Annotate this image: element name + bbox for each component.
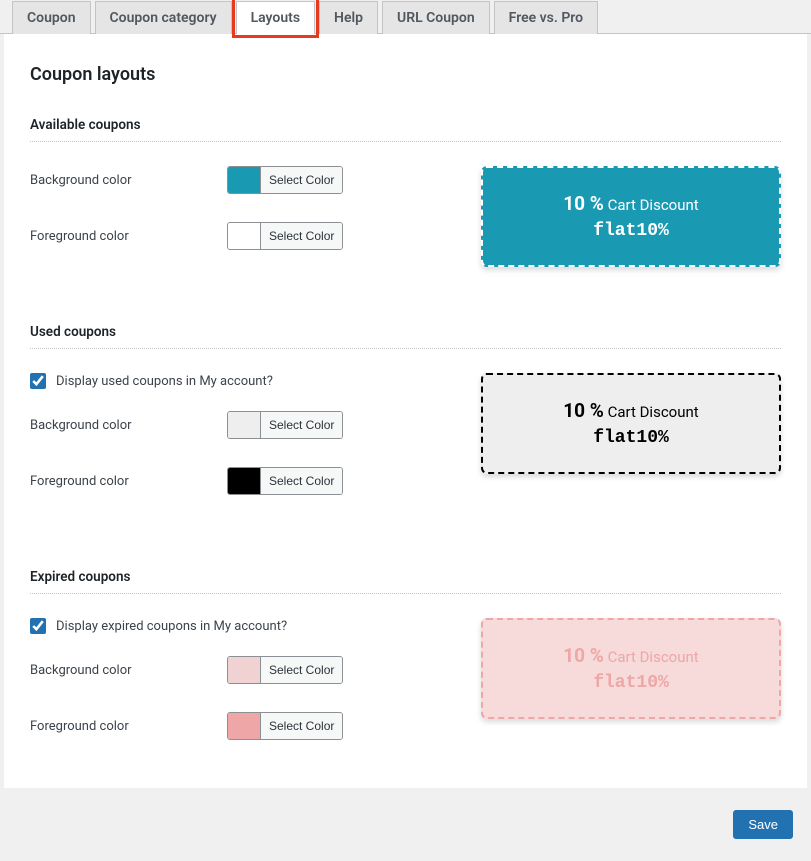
- swatch-used-fg: [228, 468, 260, 494]
- label-expired-bg: Background color: [30, 663, 227, 678]
- footer-bar: Save: [0, 788, 811, 861]
- color-picker-used-fg[interactable]: Select Color: [227, 467, 343, 495]
- checkbox-display-used[interactable]: [30, 373, 46, 389]
- color-picker-used-bg[interactable]: Select Color: [227, 411, 343, 439]
- select-color-button[interactable]: Select Color: [260, 412, 342, 438]
- tab-free-vs-pro[interactable]: Free vs. Pro: [494, 1, 598, 34]
- tabs-bar: Coupon Coupon category Layouts Help URL …: [0, 0, 811, 34]
- select-color-button[interactable]: Select Color: [260, 657, 342, 683]
- preview-desc: Cart Discount: [608, 648, 699, 666]
- color-picker-expired-bg[interactable]: Select Color: [227, 656, 343, 684]
- tab-coupon[interactable]: Coupon: [12, 1, 91, 34]
- tab-layouts[interactable]: Layouts: [236, 1, 315, 34]
- select-color-button[interactable]: Select Color: [260, 713, 342, 739]
- color-picker-expired-fg[interactable]: Select Color: [227, 712, 343, 740]
- label-used-bg: Background color: [30, 418, 227, 433]
- preview-code: flat10%: [493, 428, 769, 448]
- color-picker-available-fg[interactable]: Select Color: [227, 222, 343, 250]
- tab-help[interactable]: Help: [319, 1, 378, 34]
- select-color-button[interactable]: Select Color: [260, 167, 342, 193]
- preview-desc: Cart Discount: [608, 403, 699, 421]
- label-available-bg: Background color: [30, 173, 227, 188]
- save-button[interactable]: Save: [733, 810, 793, 839]
- section-title-used: Used coupons: [30, 324, 781, 349]
- select-color-button[interactable]: Select Color: [260, 223, 342, 249]
- preview-percent: 10 %: [563, 644, 604, 667]
- section-title-expired: Expired coupons: [30, 569, 781, 594]
- preview-percent: 10 %: [563, 192, 604, 215]
- preview-used: 10 % Cart Discount flat10%: [481, 373, 781, 474]
- swatch-expired-bg: [228, 657, 260, 683]
- swatch-expired-fg: [228, 713, 260, 739]
- label-used-fg: Foreground color: [30, 474, 227, 489]
- label-expired-fg: Foreground color: [30, 719, 227, 734]
- preview-code: flat10%: [493, 221, 769, 241]
- swatch-available-bg: [228, 167, 260, 193]
- preview-desc: Cart Discount: [608, 196, 699, 214]
- preview-available: 10 % Cart Discount flat10%: [481, 166, 781, 267]
- label-available-fg: Foreground color: [30, 229, 227, 244]
- label-display-expired[interactable]: Display expired coupons in My account?: [56, 619, 287, 634]
- swatch-used-bg: [228, 412, 260, 438]
- label-display-used[interactable]: Display used coupons in My account?: [56, 374, 273, 389]
- tab-coupon-category[interactable]: Coupon category: [95, 1, 232, 34]
- select-color-button[interactable]: Select Color: [260, 468, 342, 494]
- page-title: Coupon layouts: [30, 64, 781, 85]
- checkbox-display-expired[interactable]: [30, 618, 46, 634]
- preview-expired: 10 % Cart Discount flat10%: [481, 618, 781, 719]
- swatch-available-fg: [228, 223, 260, 249]
- tab-url-coupon[interactable]: URL Coupon: [382, 1, 490, 34]
- section-title-available: Available coupons: [30, 117, 781, 142]
- content-panel: Coupon layouts Available coupons Backgro…: [4, 34, 807, 788]
- preview-percent: 10 %: [563, 399, 604, 422]
- color-picker-available-bg[interactable]: Select Color: [227, 166, 343, 194]
- preview-code: flat10%: [493, 673, 769, 693]
